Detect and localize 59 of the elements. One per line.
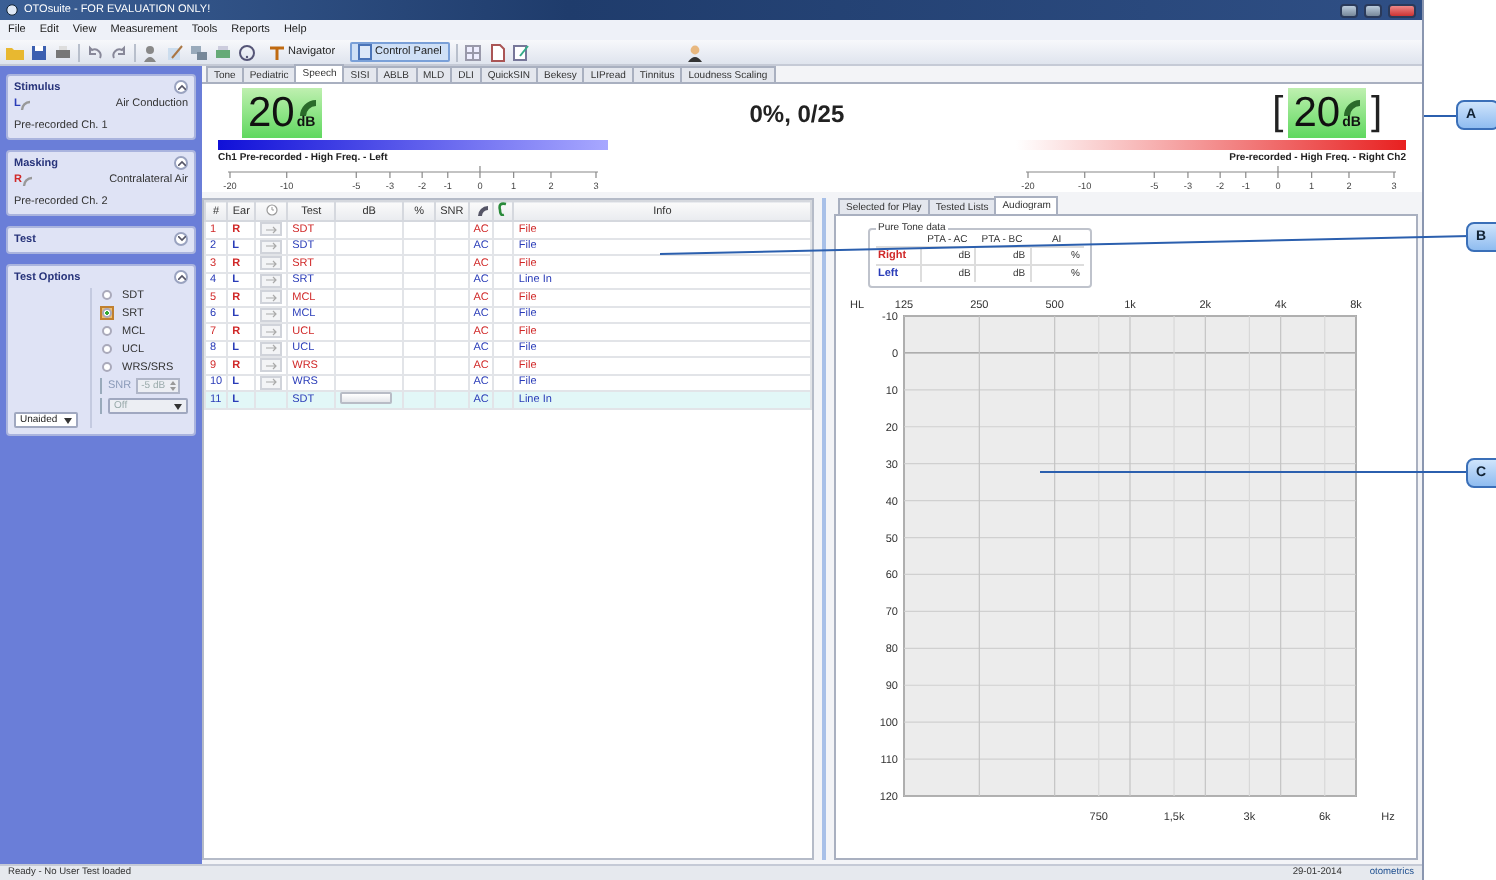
arrow-icon (265, 361, 278, 370)
arrow-button[interactable] (260, 256, 283, 271)
column-header[interactable] (468, 201, 494, 221)
headphone-icon (21, 176, 34, 186)
grid-icon[interactable] (463, 43, 482, 61)
expand-button[interactable] (174, 270, 188, 284)
arrow-button[interactable] (260, 324, 283, 339)
signal-icon (1344, 100, 1361, 116)
arrow-icon (265, 242, 278, 251)
bracket-text: ] (1370, 90, 1382, 136)
arrow-icon (265, 293, 278, 302)
level-value: 20 (1293, 92, 1341, 136)
arrow-icon (265, 310, 278, 319)
expand-button[interactable] (174, 80, 188, 94)
chevron-down-icon (177, 236, 185, 242)
caret-icon (63, 417, 72, 423)
caret-icon (174, 403, 182, 409)
chevron-up-icon (177, 84, 185, 90)
save-icon[interactable] (30, 43, 48, 61)
screens-icon[interactable] (190, 43, 208, 61)
spinner-arrows-icon (169, 380, 176, 392)
person-icon[interactable] (142, 43, 160, 61)
expand-button[interactable] (174, 232, 188, 246)
undo-icon[interactable] (86, 43, 104, 61)
value-button[interactable] (340, 392, 393, 405)
minimize-button[interactable] (1340, 3, 1358, 17)
notepad-icon[interactable] (511, 43, 530, 61)
headphone-icon (475, 203, 488, 215)
close-button[interactable] (1388, 3, 1416, 17)
level-value: 20 (248, 92, 295, 136)
leader-line (1423, 115, 1457, 117)
arrow-icon (265, 327, 278, 336)
signal-icon (299, 100, 316, 116)
maximize-button[interactable] (1364, 3, 1382, 17)
column-header[interactable] (493, 201, 514, 221)
arrow-icon (265, 276, 278, 285)
printer-icon[interactable] (214, 43, 232, 61)
chevron-up-icon (177, 160, 185, 166)
arrow-icon (265, 225, 278, 234)
clock-icon (265, 203, 278, 215)
arrow-icon (265, 378, 278, 387)
print-icon[interactable] (54, 43, 72, 61)
arrow-button[interactable] (260, 358, 283, 373)
ear-icon (498, 202, 509, 216)
splitter-handle[interactable] (822, 198, 826, 860)
chevron-up-icon (177, 274, 185, 280)
bracket-text: [ (1272, 90, 1284, 136)
app-icon (6, 4, 18, 16)
score-text: 0%, 0/25 (749, 99, 845, 127)
headphone-icon (20, 100, 33, 110)
arrow-icon (265, 344, 278, 353)
arrow-button[interactable] (260, 290, 283, 305)
panel-icon (357, 44, 372, 60)
arrow-icon (265, 259, 278, 268)
expand-button[interactable] (174, 156, 188, 170)
edit-icon[interactable] (166, 43, 184, 61)
arrow-button[interactable] (260, 222, 283, 237)
redo-icon[interactable] (110, 43, 128, 61)
user-icon[interactable] (685, 43, 704, 61)
